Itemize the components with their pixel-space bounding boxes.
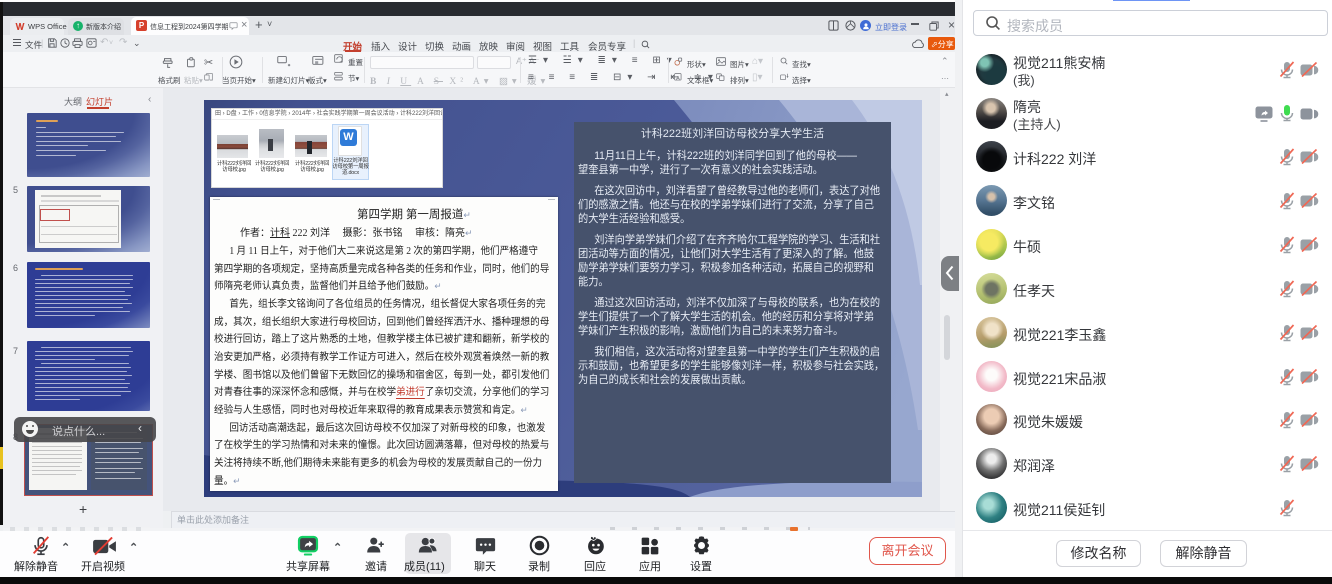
svg-text:A: A (676, 76, 680, 82)
